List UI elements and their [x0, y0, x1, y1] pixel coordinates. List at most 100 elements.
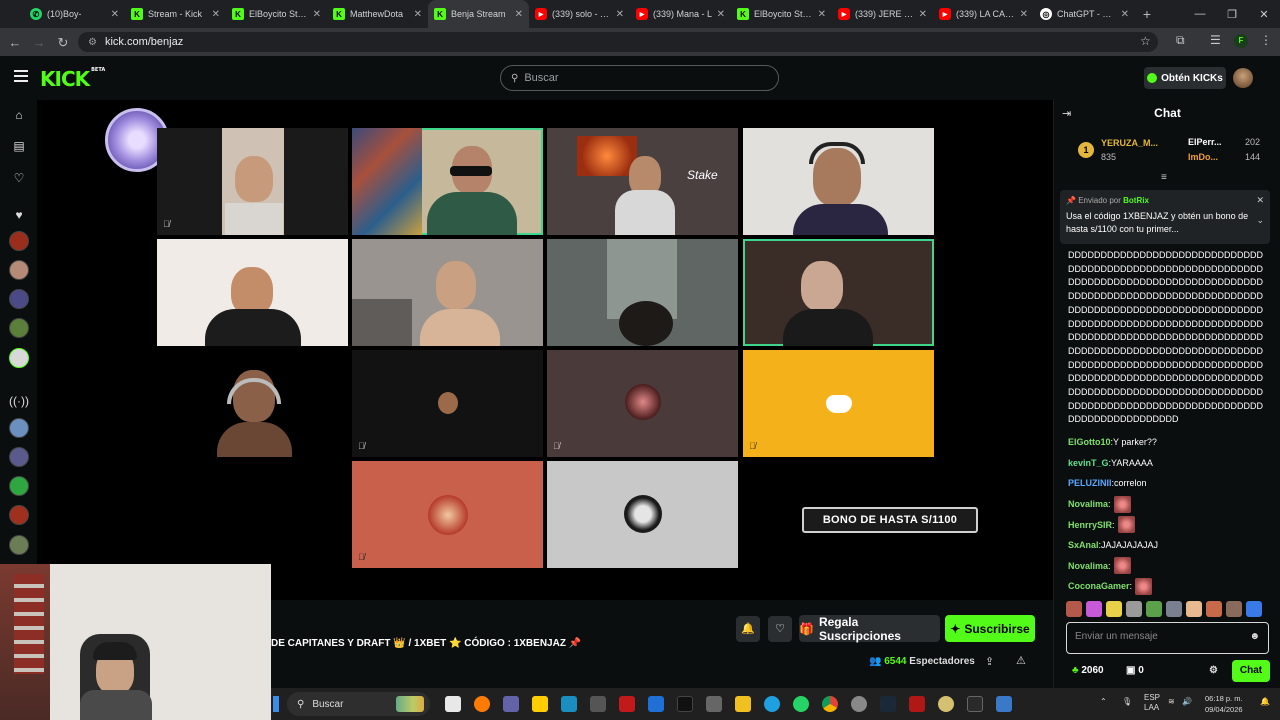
minimize-icon[interactable]: —	[1184, 8, 1216, 20]
browser-tab[interactable]: K ElBoycito Stream ✕	[226, 0, 327, 28]
reload-icon[interactable]: ↻	[51, 35, 75, 51]
notification-bell-icon[interactable]: 🔔	[736, 616, 760, 642]
report-icon[interactable]: ⚠	[1016, 654, 1026, 667]
chat-input-box[interactable]: ☻	[1066, 622, 1269, 654]
app-icon[interactable]	[938, 696, 954, 712]
back-icon[interactable]: ←	[3, 35, 27, 50]
chat-username[interactable]: PELUZINII	[1068, 478, 1112, 488]
follow-heart-icon[interactable]: ♡	[768, 616, 792, 642]
file-explorer-icon[interactable]	[735, 696, 751, 712]
channel-avatar[interactable]	[9, 231, 29, 251]
emote-icon[interactable]	[1226, 601, 1242, 617]
emote-icon[interactable]	[1246, 601, 1262, 617]
app-icon[interactable]	[561, 696, 577, 712]
store-icon[interactable]	[532, 696, 548, 712]
channel-avatar[interactable]	[9, 260, 29, 280]
channel-avatar[interactable]	[9, 447, 29, 467]
teams-icon[interactable]	[503, 696, 519, 712]
browser-tab[interactable]: ▶ (339) JERE KLEIN ✕	[832, 0, 933, 28]
following-heart-icon[interactable]: ♡	[8, 167, 30, 189]
system-clock[interactable]: 06:18 p. m. 09/04/2026	[1205, 693, 1243, 715]
leaderboard-name[interactable]: ElPerr...	[1188, 137, 1222, 147]
extensions-icon[interactable]: ⧉	[1176, 33, 1185, 48]
browser-tab[interactable]: ▶ (339) LA CANC ✕	[933, 0, 1034, 28]
browser-tab[interactable]: ▶ (339) Mana - L ✕	[630, 0, 731, 28]
search-input[interactable]	[524, 72, 745, 84]
chat-emote-icon[interactable]	[1135, 577, 1153, 595]
chat-username[interactable]: Novalima	[1068, 499, 1108, 509]
close-tab-icon[interactable]: ✕	[414, 9, 422, 20]
kicks-balance[interactable]: ▣ 0	[1126, 665, 1144, 676]
browser-tab[interactable]: ✆ (10)Boy- ✕	[24, 0, 125, 28]
close-tab-icon[interactable]: ✕	[313, 9, 321, 20]
browser-tab[interactable]: K MatthewDota ✕	[327, 0, 428, 28]
close-tab-icon[interactable]: ✕	[212, 9, 220, 20]
channel-avatar[interactable]	[9, 318, 29, 338]
user-avatar[interactable]	[1233, 68, 1253, 88]
taskbar-search[interactable]: ⚲ Buscar	[287, 692, 430, 716]
outlook-icon[interactable]	[648, 696, 664, 712]
new-tab-button[interactable]: +	[1135, 6, 1159, 22]
browser-tab[interactable]: K Stream - Kick ✕	[125, 0, 226, 28]
chat-emote-icon[interactable]	[1113, 557, 1131, 575]
subscribe-button[interactable]: ✦ Suscribirse	[945, 615, 1035, 642]
chat-username[interactable]: SxAnal	[1068, 540, 1099, 550]
whatsapp-icon[interactable]	[793, 696, 809, 712]
browser-tab[interactable]: ▶ (339) solo - YouTube ✕	[529, 0, 630, 28]
emote-icon[interactable]	[1186, 601, 1202, 617]
share-icon[interactable]: ⇪	[985, 655, 994, 668]
chat-emote-icon[interactable]	[1113, 495, 1131, 513]
emote-icon[interactable]	[1086, 601, 1102, 617]
chrome-icon[interactable]	[822, 696, 838, 712]
chevron-down-icon[interactable]: ⌄	[1256, 215, 1264, 226]
channel-avatar[interactable]	[9, 418, 29, 438]
browser-tab[interactable]: K Benja Stream ✕	[428, 0, 529, 28]
firefox-icon[interactable]	[474, 696, 490, 712]
channel-avatar[interactable]	[9, 348, 29, 368]
kick-logo[interactable]: KICK BETA	[40, 67, 105, 91]
close-tab-icon[interactable]: ✕	[515, 9, 523, 20]
task-view-icon[interactable]	[445, 696, 461, 712]
browser-menu-icon[interactable]: ⋮	[1260, 33, 1272, 47]
steam-icon[interactable]	[880, 696, 896, 712]
pinned-author[interactable]: BotRix	[1123, 196, 1149, 205]
browser-tab[interactable]: ◎ ChatGPT - Fran ✕	[1034, 0, 1135, 28]
channel-avatar[interactable]	[9, 535, 29, 555]
chat-emote-icon[interactable]	[1117, 516, 1135, 534]
stream-video[interactable]: 🎙̸ Stake 🎙̸ 🎙̸ 🎙̸ 🎙̸ BONO DE HASTA S/110…	[37, 100, 1053, 600]
browser-tab[interactable]: K ElBoycito Stream ✕	[731, 0, 832, 28]
emote-icon[interactable]	[1206, 601, 1222, 617]
expand-leaderboard-icon[interactable]: ≡	[1161, 172, 1167, 183]
leaderboard-name[interactable]: YERUZA_M...	[1101, 138, 1158, 148]
chat-username[interactable]: HenrrySIR	[1068, 520, 1112, 530]
language-indicator[interactable]: ESP LAA	[1144, 693, 1160, 713]
channel-avatar[interactable]	[9, 476, 29, 496]
leaderboard-name[interactable]: ImDo...	[1188, 152, 1218, 162]
search-bar[interactable]: ⚲	[500, 65, 779, 91]
channel-avatar[interactable]	[9, 505, 29, 525]
start-icon[interactable]	[273, 696, 279, 712]
close-tab-icon[interactable]: ✕	[616, 9, 624, 20]
emoji-picker-icon[interactable]: ☻	[1249, 631, 1260, 642]
profile-avatar[interactable]: F	[1234, 34, 1248, 48]
chat-username[interactable]: CoconaGamer	[1068, 581, 1130, 591]
forward-icon[interactable]: →	[27, 35, 51, 50]
tiktok-icon[interactable]	[677, 696, 693, 712]
volume-icon[interactable]: 🔊	[1182, 697, 1192, 706]
channel-avatar[interactable]	[9, 289, 29, 309]
home-icon[interactable]: ⌂	[8, 104, 30, 126]
unpin-icon[interactable]: ✕	[1256, 195, 1264, 206]
close-tab-icon[interactable]: ✕	[919, 9, 927, 20]
notifications-icon[interactable]: 🔔	[1260, 697, 1270, 706]
chat-username[interactable]: kevinT_G	[1068, 458, 1109, 468]
media-control-icon[interactable]: ☰	[1210, 33, 1221, 47]
app-icon[interactable]	[967, 696, 983, 712]
app-icon[interactable]	[851, 696, 867, 712]
emote-icon[interactable]	[1066, 601, 1082, 617]
app-icon[interactable]	[706, 696, 722, 712]
wifi-icon[interactable]: ≋	[1168, 697, 1175, 706]
close-tab-icon[interactable]: ✕	[1020, 9, 1028, 20]
close-window-icon[interactable]: ✕	[1248, 8, 1280, 21]
gift-subs-button[interactable]: 🎁 Regala Suscripciones	[799, 615, 940, 643]
emote-icon[interactable]	[1146, 601, 1162, 617]
